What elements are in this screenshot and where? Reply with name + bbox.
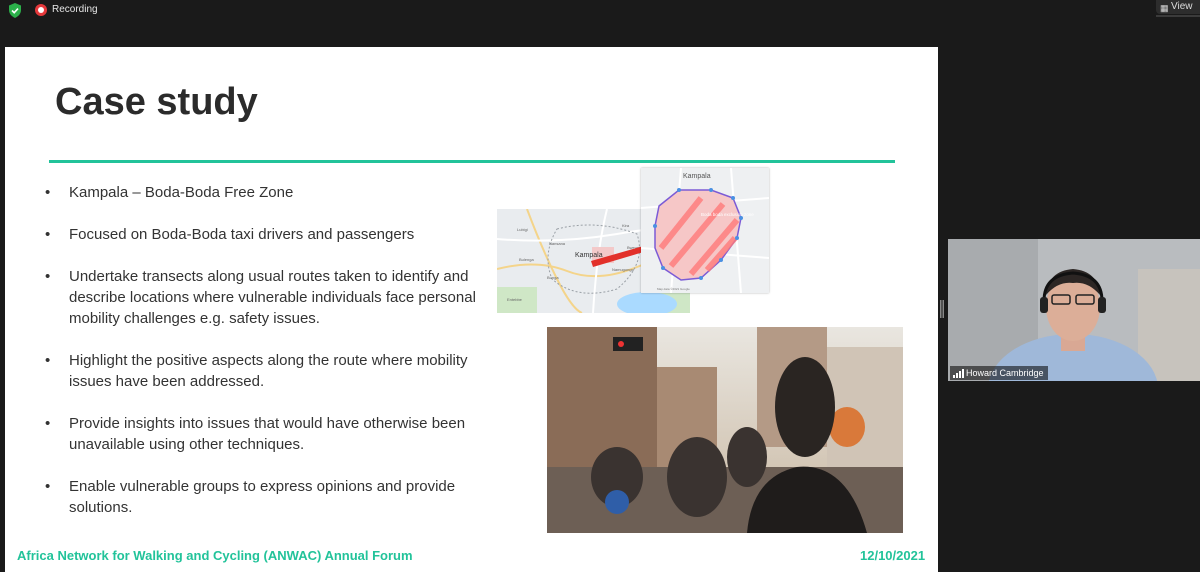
zoom-city-label: Kampala xyxy=(683,173,711,180)
signal-strength-icon xyxy=(953,369,964,378)
meeting-top-bar: Recording ▦ View xyxy=(0,0,1200,22)
recording-label[interactable]: Recording xyxy=(52,4,98,15)
bullet-item: Highlight the positive aspects along the… xyxy=(45,350,485,392)
panel-resize-handle[interactable] xyxy=(940,300,944,318)
participant-name-tag: Howard Cambridge xyxy=(950,366,1048,380)
bullet-item: Enable vulnerable groups to express opin… xyxy=(45,476,485,518)
title-divider xyxy=(49,160,895,163)
shared-slide: Case study Kampala – Boda-Boda Free Zone… xyxy=(5,47,938,572)
record-icon[interactable] xyxy=(35,4,47,16)
map-credit: Map data ©2021 Google xyxy=(657,287,690,291)
slide-title: Case study xyxy=(55,81,258,123)
svg-text:Bunga: Bunga xyxy=(547,275,559,280)
svg-text:Lubigi: Lubigi xyxy=(517,227,528,232)
shield-check-icon[interactable] xyxy=(8,3,22,18)
bullet-item: Focused on Boda-Boda taxi drivers and pa… xyxy=(45,224,485,245)
footer-date: 12/10/2021 xyxy=(860,548,926,563)
view-button[interactable]: ▦ View xyxy=(1156,0,1200,14)
bullet-list: Kampala – Boda-Boda Free Zone Focused on… xyxy=(45,182,485,539)
footer-organization: Africa Network for Walking and Cycling (… xyxy=(17,548,413,563)
street-photo xyxy=(547,327,903,533)
svg-text:Entebbe: Entebbe xyxy=(507,297,523,302)
zone-label: Boda boda exclusion zone xyxy=(701,212,754,217)
participant-video-graphic xyxy=(948,239,1200,381)
bullet-item: Kampala – Boda-Boda Free Zone xyxy=(45,182,485,203)
bullet-item: Undertake transects along usual routes t… xyxy=(45,266,485,329)
svg-text:Bulenga: Bulenga xyxy=(519,257,534,262)
svg-text:Nansana: Nansana xyxy=(549,241,566,246)
grid-icon: ▦ xyxy=(1160,3,1169,13)
exclusion-zone-graphic: Kampala Boda boda exclusion zone Map dat… xyxy=(640,167,770,294)
participant-name: Howard Cambridge xyxy=(966,368,1044,378)
overview-city-label: Kampala xyxy=(575,252,603,259)
bullet-item: Provide insights into issues that would … xyxy=(45,413,485,455)
street-photo-graphic xyxy=(547,327,903,533)
svg-text:Kira: Kira xyxy=(622,223,630,228)
svg-text:Namugongo: Namugongo xyxy=(612,267,635,272)
participant-video-tile[interactable]: Howard Cambridge xyxy=(948,239,1200,381)
view-label: View xyxy=(1171,1,1193,12)
view-underline xyxy=(1156,15,1200,17)
exclusion-zone-map: Kampala Boda boda exclusion zone Map dat… xyxy=(640,167,770,294)
